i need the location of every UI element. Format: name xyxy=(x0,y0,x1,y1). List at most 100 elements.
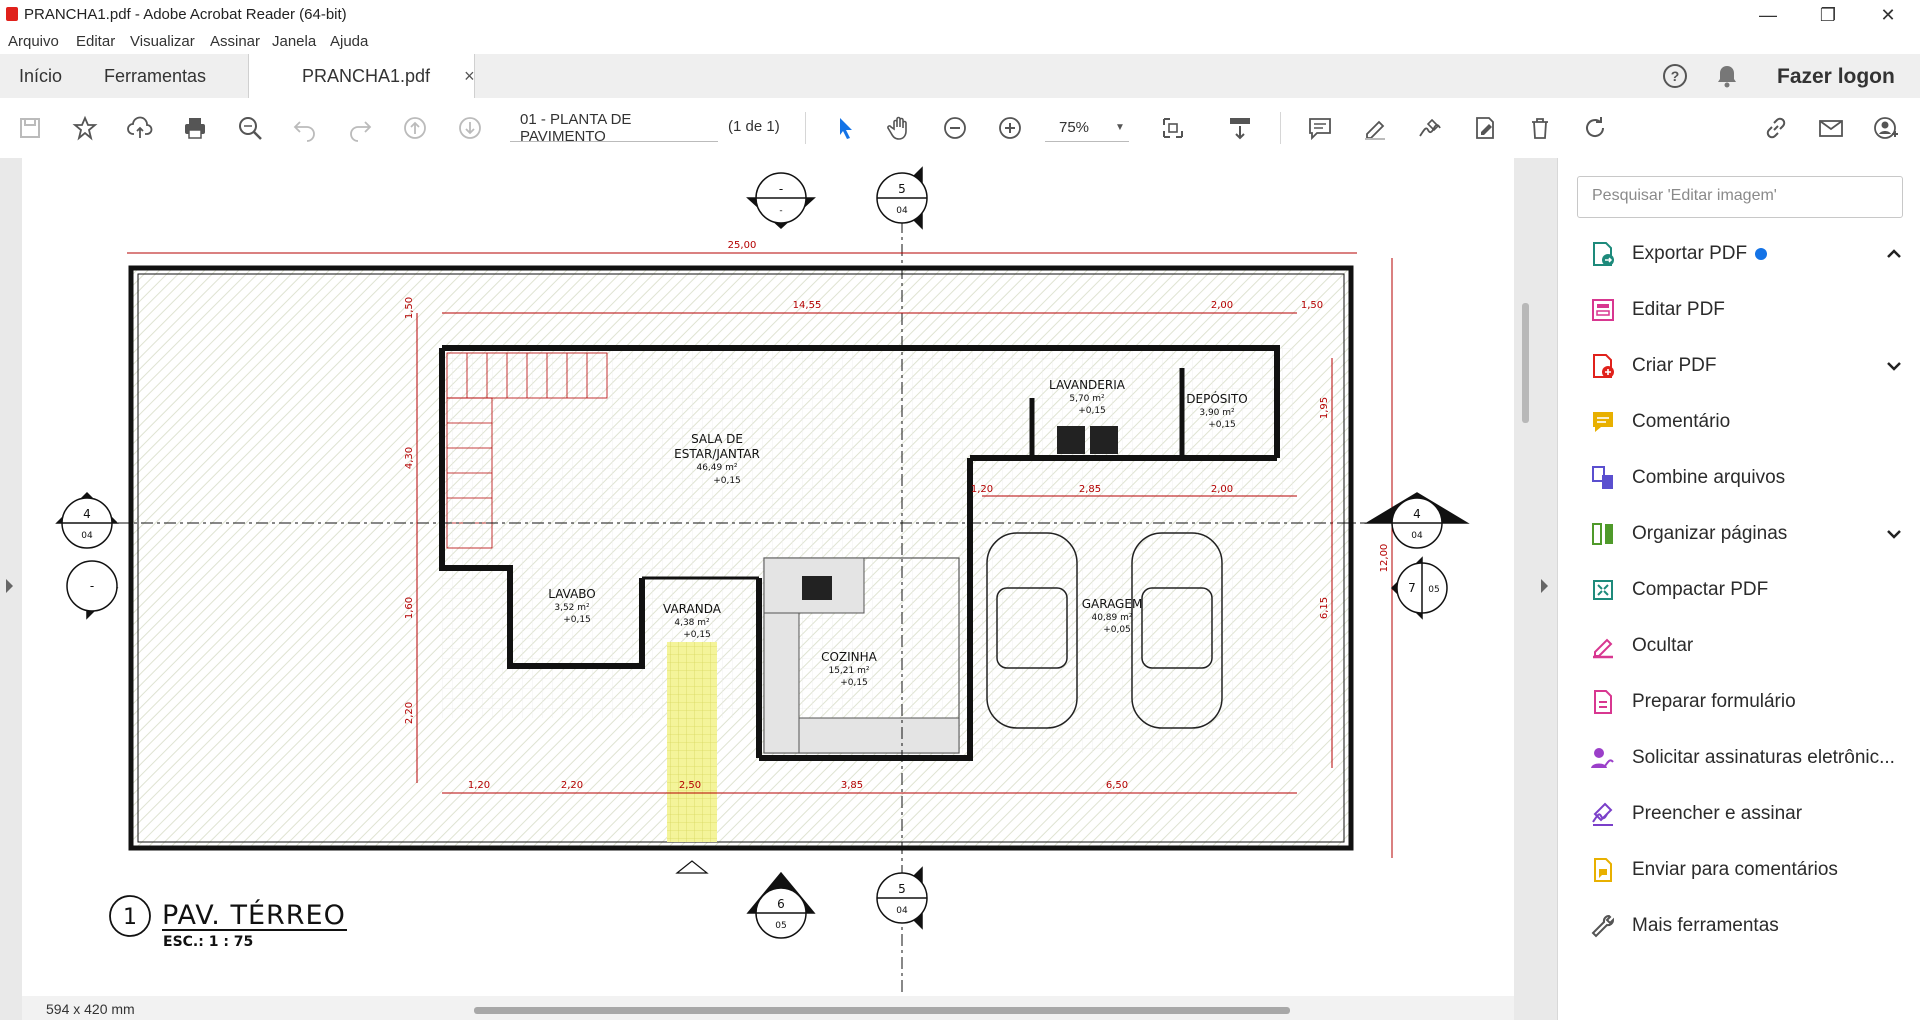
tool-label: Ocultar xyxy=(1632,635,1694,656)
tool-combine-files[interactable]: Combine arquivos xyxy=(1588,458,1918,498)
section-mark-left-a: 4 xyxy=(83,507,91,521)
tool-create-pdf[interactable]: Criar PDF xyxy=(1588,346,1918,386)
create-pdf-icon xyxy=(1588,351,1618,381)
zoom-out-icon[interactable] xyxy=(937,110,973,146)
room-name: DEPÓSITO xyxy=(1186,391,1247,406)
menu-assinar[interactable]: Assinar xyxy=(210,33,260,50)
dim-bottom: 1,20 xyxy=(468,780,490,791)
dim-bottom: 3,85 xyxy=(841,780,863,791)
horizontal-scrollbar[interactable] xyxy=(474,1007,1290,1014)
previous-page-icon[interactable] xyxy=(397,110,433,146)
tab-home[interactable]: Início xyxy=(19,54,62,98)
close-window-button[interactable]: ✕ xyxy=(1860,0,1916,30)
menu-janela[interactable]: Janela xyxy=(272,33,316,50)
section-mark-right-b: 7 xyxy=(1408,581,1416,595)
tool-export-pdf[interactable]: Exportar PDF xyxy=(1588,234,1918,274)
chevron-down-icon[interactable] xyxy=(1882,522,1906,546)
chevron-up-icon[interactable] xyxy=(1882,242,1906,266)
draw-signature-icon[interactable] xyxy=(1412,110,1448,146)
tab-tools[interactable]: Ferramentas xyxy=(104,54,206,98)
room-name: GARAGEM xyxy=(1082,597,1143,611)
tool-prepare-form[interactable]: Preparar formulário xyxy=(1588,682,1918,722)
tool-redact[interactable]: Ocultar xyxy=(1588,626,1918,666)
edit-text-icon[interactable] xyxy=(1467,110,1503,146)
menu-ajuda[interactable]: Ajuda xyxy=(330,33,368,50)
save-icon[interactable] xyxy=(12,110,48,146)
delete-trash-icon[interactable] xyxy=(1522,110,1558,146)
share-link-icon[interactable] xyxy=(1758,110,1794,146)
room-level: +0,15 xyxy=(713,476,741,486)
select-cursor-icon[interactable] xyxy=(827,110,863,146)
right-pane-toggle-icon[interactable] xyxy=(1541,579,1548,593)
tool-request-signatures[interactable]: Solicitar assinaturas eletrônic... xyxy=(1588,738,1918,778)
drawing-title: PAV. TÉRREO xyxy=(162,899,346,931)
drawing-number: 1 xyxy=(123,905,137,930)
notifications-bell-icon[interactable] xyxy=(1709,58,1745,94)
hand-tool-icon[interactable] xyxy=(882,110,918,146)
section-mark-top-b-sub: 04 xyxy=(896,206,908,216)
login-button[interactable]: Fazer logon xyxy=(1777,65,1895,89)
tool-more-tools[interactable]: Mais ferramentas xyxy=(1588,906,1918,946)
tab-close-icon[interactable]: × xyxy=(464,66,475,87)
drawing-scale: ESC.: 1 : 75 xyxy=(163,934,253,950)
fill-sign-icon xyxy=(1588,799,1618,829)
menu-arquivo[interactable]: Arquivo xyxy=(8,33,59,50)
tool-compress-pdf[interactable]: Compactar PDF xyxy=(1588,570,1918,610)
next-page-icon[interactable] xyxy=(452,110,488,146)
restore-button[interactable]: ❐ xyxy=(1800,0,1856,30)
main-toolbar: 01 - PLANTA DE PAVIMENTO (1 de 1) 75% ▼ xyxy=(0,98,1920,159)
tool-send-for-comments[interactable]: Enviar para comentários xyxy=(1588,850,1918,890)
send-for-comments-icon xyxy=(1588,855,1618,885)
dim-bottom: 6,50 xyxy=(1106,780,1128,791)
tool-edit-pdf[interactable]: Editar PDF xyxy=(1588,290,1918,330)
room-level: +0,05 xyxy=(1103,625,1131,635)
menu-visualizar[interactable]: Visualizar xyxy=(130,33,195,50)
redo-icon[interactable] xyxy=(342,110,378,146)
section-mark-bottom-b: 5 xyxy=(898,882,906,896)
tool-label: Preencher e assinar xyxy=(1632,803,1803,824)
room-area: 5,70 m² xyxy=(1069,394,1105,404)
north-marker xyxy=(675,860,709,874)
add-user-icon[interactable] xyxy=(1868,110,1904,146)
help-icon[interactable]: ? xyxy=(1657,58,1693,94)
zoom-in-icon[interactable] xyxy=(992,110,1028,146)
tool-label: Comentário xyxy=(1632,411,1731,432)
dim-left: 2,20 xyxy=(404,702,415,724)
room-area: 3,52 m² xyxy=(554,603,590,613)
page-label-input[interactable]: 01 - PLANTA DE PAVIMENTO xyxy=(510,111,718,145)
highlight-pen-icon[interactable] xyxy=(1357,110,1393,146)
find-zoom-icon[interactable] xyxy=(232,110,268,146)
tools-search-input[interactable]: Pesquisar 'Editar imagem' xyxy=(1577,176,1903,218)
combine-files-icon xyxy=(1588,463,1618,493)
menu-editar[interactable]: Editar xyxy=(76,33,115,50)
vertical-scrollbar[interactable] xyxy=(1522,303,1529,423)
tool-organize-pages[interactable]: Organizar páginas xyxy=(1588,514,1918,554)
chevron-down-icon: ▼ xyxy=(1115,122,1125,133)
edit-pdf-icon xyxy=(1588,295,1618,325)
tab-document[interactable]: PRANCHA1.pdf × xyxy=(248,54,475,99)
undo-icon[interactable] xyxy=(287,110,323,146)
dim-total-height: 12,00 xyxy=(1379,544,1390,573)
walkway-tiles xyxy=(667,642,717,842)
add-comment-icon[interactable] xyxy=(1302,110,1338,146)
print-icon[interactable] xyxy=(177,110,213,146)
minimize-button[interactable]: — xyxy=(1740,0,1796,30)
section-mark-top-a-sub: - xyxy=(779,206,782,216)
room-name: VARANDA xyxy=(663,602,722,616)
tool-fill-sign[interactable]: Preencher e assinar xyxy=(1588,794,1918,834)
chevron-down-icon[interactable] xyxy=(1882,354,1906,378)
rotate-icon[interactable] xyxy=(1577,110,1613,146)
zoom-level-select[interactable]: 75% ▼ xyxy=(1045,114,1129,142)
scroll-mode-icon[interactable] xyxy=(1222,110,1258,146)
left-pane-toggle-icon[interactable] xyxy=(6,579,13,593)
toolbar-divider xyxy=(1280,112,1281,144)
premium-badge-icon xyxy=(1755,248,1768,260)
pdf-page[interactable]: 25,00 14,55 2,00 1,50 1,20 2,20 2,50 3,8… xyxy=(22,158,1514,1004)
document-area[interactable]: 25,00 14,55 2,00 1,50 1,20 2,20 2,50 3,8… xyxy=(0,158,1557,1020)
room-name: LAVANDERIA xyxy=(1049,378,1126,392)
fit-page-icon[interactable] xyxy=(1155,110,1191,146)
upload-cloud-icon[interactable] xyxy=(122,110,158,146)
tool-comment[interactable]: Comentário xyxy=(1588,402,1918,442)
bookmark-star-icon[interactable] xyxy=(67,110,103,146)
email-icon[interactable] xyxy=(1813,110,1849,146)
